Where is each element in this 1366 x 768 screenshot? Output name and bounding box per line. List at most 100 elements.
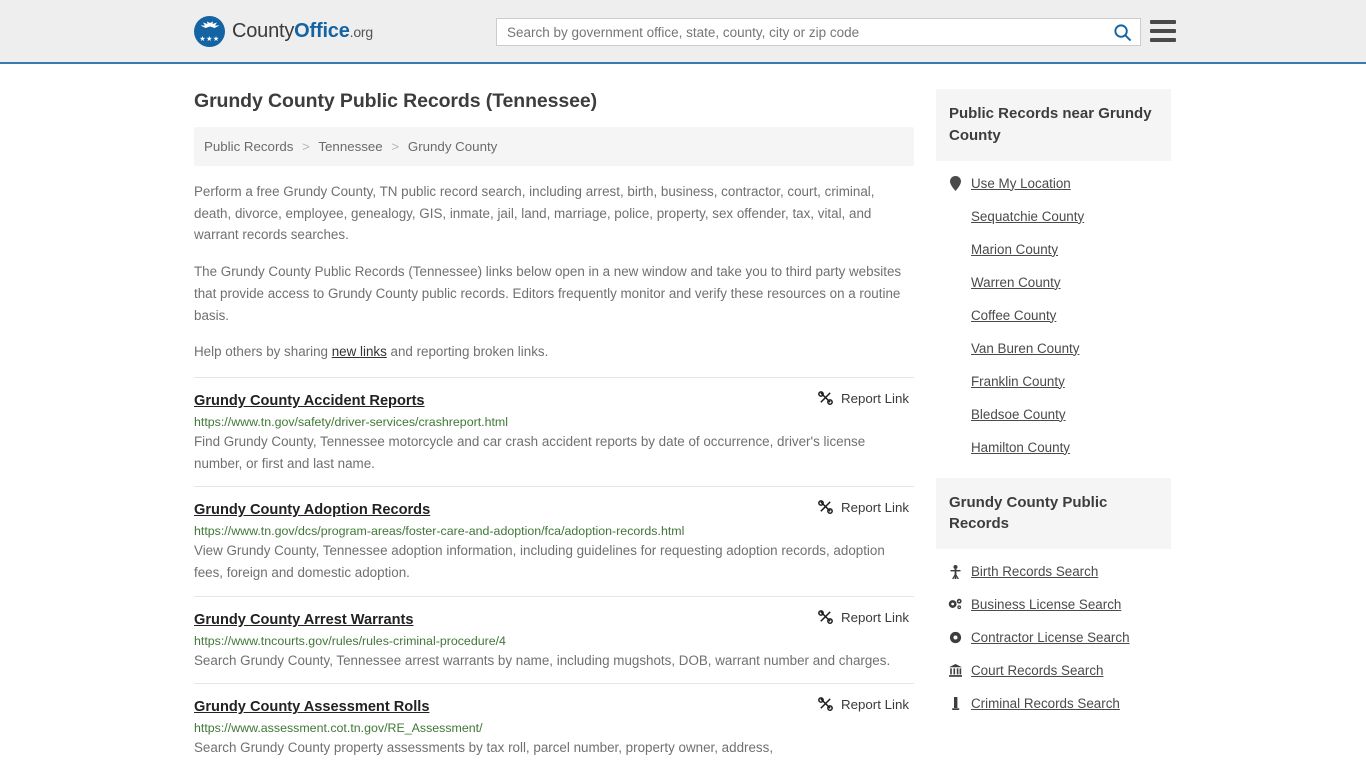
nearby-county-label[interactable]: Van Buren County (971, 341, 1079, 356)
logo-wordmark: CountyOffice.org (232, 20, 373, 43)
breadcrumb: Public Records > Tennessee > Grundy Coun… (194, 127, 914, 166)
record-entry-description: Search Grundy County property assessment… (194, 737, 914, 759)
logo-office-text: Office (294, 20, 349, 42)
nearby-county-label[interactable]: Sequatchie County (971, 209, 1084, 224)
report-link-button[interactable]: Report Link (818, 697, 909, 712)
nearby-county-item[interactable]: Use My Location (936, 167, 1171, 200)
nearby-county-label[interactable]: Coffee County (971, 308, 1056, 323)
record-entry-description: View Grundy County, Tennessee adoption i… (194, 540, 914, 583)
report-link-label: Report Link (841, 500, 909, 515)
logo-county-text: County (232, 20, 294, 42)
baby-icon (948, 565, 962, 579)
page-title: Grundy County Public Records (Tennessee) (194, 90, 914, 113)
broken-link-glyph (818, 697, 833, 712)
record-search-item[interactable]: Business License Search (936, 588, 1171, 621)
eagle-glyph (199, 21, 220, 32)
hamburger-bar (1150, 20, 1176, 24)
nearby-county-list: Use My Location Sequatchie County Marion C… (936, 161, 1171, 464)
record-entry-title[interactable]: Grundy County Adoption Records (194, 502, 430, 518)
broken-link-glyph (818, 610, 833, 625)
nearby-county-label[interactable]: Franklin County (971, 374, 1065, 389)
nearby-county-item[interactable]: Coffee County (936, 299, 1171, 332)
nearby-county-item[interactable]: Warren County (936, 266, 1171, 299)
main-column: Grundy County Public Records (Tennessee)… (194, 64, 914, 768)
report-link-label: Report Link (841, 610, 909, 625)
nearby-county-item[interactable]: Bledsoe County (936, 398, 1171, 431)
record-search-item[interactable]: Court Records Search (936, 654, 1171, 687)
record-search-label[interactable]: Contractor License Search (971, 630, 1130, 645)
help-suffix: and reporting broken links. (387, 344, 549, 359)
nearby-records-heading: Public Records near Grundy County (936, 89, 1171, 161)
record-search-item[interactable]: Contractor License Search (936, 621, 1171, 654)
nearby-county-item[interactable]: Marion County (936, 233, 1171, 266)
breadcrumb-item-tennessee[interactable]: Tennessee (318, 139, 382, 154)
county-records-heading: Grundy County Public Records (936, 478, 1171, 550)
help-paragraph: Help others by sharing new links and rep… (194, 341, 914, 363)
stars-glyph: ★★★ (194, 36, 225, 43)
record-entry: Grundy County Assessment Rolls Report Lin… (194, 683, 914, 768)
search-icon[interactable] (1104, 19, 1140, 45)
nearby-county-item[interactable]: Franklin County (936, 365, 1171, 398)
record-entry-url: https://www.tn.gov/safety/driver-service… (194, 415, 914, 429)
record-entry-description: Find Grundy County, Tennessee motorcycle… (194, 431, 914, 474)
record-entry-title[interactable]: Grundy County Accident Reports (194, 393, 425, 409)
hamburger-menu-icon[interactable] (1150, 20, 1176, 42)
hamburger-bar (1150, 29, 1176, 33)
cogs-icon (948, 598, 962, 611)
nearby-county-item[interactable]: Van Buren County (936, 332, 1171, 365)
report-link-button[interactable]: Report Link (818, 391, 909, 406)
record-search-item[interactable]: Birth Records Search (936, 555, 1171, 588)
search-input[interactable] (497, 19, 1104, 45)
record-entry-url: https://www.tn.gov/dcs/program-areas/fos… (194, 524, 914, 538)
record-entry-list: Grundy County Accident Reports Report Lin… (194, 377, 914, 768)
search-glyph (1113, 23, 1132, 42)
page-body: Grundy County Public Records (Tennessee)… (0, 64, 1366, 768)
gavel-icon (948, 697, 962, 710)
nearby-county-label[interactable]: Warren County (971, 275, 1061, 290)
record-search-label[interactable]: Criminal Records Search (971, 696, 1120, 711)
logo-org-text: .org (350, 24, 373, 40)
record-entry-description: Search Grundy County, Tennessee arrest w… (194, 650, 914, 672)
record-search-label[interactable]: Court Records Search (971, 663, 1103, 678)
record-entry-title[interactable]: Grundy County Arrest Warrants (194, 612, 413, 628)
report-link-button[interactable]: Report Link (818, 500, 909, 515)
site-logo[interactable]: ★★★ CountyOffice.org (194, 16, 373, 47)
new-links-link[interactable]: new links (332, 344, 387, 359)
gear-icon (948, 631, 962, 644)
record-entry: Grundy County Adoption Records Report Lin… (194, 486, 914, 595)
record-entry-url: https://www.tncourts.gov/rules/rules-cri… (194, 634, 914, 648)
breadcrumb-separator: > (302, 139, 310, 154)
nearby-county-label[interactable]: Hamilton County (971, 440, 1070, 455)
broken-link-glyph (818, 500, 833, 515)
nearby-county-label[interactable]: Use My Location (971, 176, 1071, 191)
site-header: ★★★ CountyOffice.org (0, 0, 1366, 64)
sidebar: Public Records near Grundy County Use My… (936, 64, 1171, 768)
intro-paragraph-2: The Grundy County Public Records (Tennes… (194, 261, 914, 326)
breadcrumb-item-public-records[interactable]: Public Records (204, 139, 293, 154)
intro-paragraph-1: Perform a free Grundy County, TN public … (194, 181, 914, 246)
record-search-label[interactable]: Business License Search (971, 597, 1121, 612)
nearby-county-item[interactable]: Hamilton County (936, 431, 1171, 464)
record-search-item[interactable]: Criminal Records Search (936, 687, 1171, 720)
breadcrumb-item-grundy-county[interactable]: Grundy County (408, 139, 497, 154)
bank-icon (948, 664, 962, 677)
record-entry-url: https://www.assessment.cot.tn.gov/RE_Ass… (194, 721, 914, 735)
help-prefix: Help others by sharing (194, 344, 332, 359)
report-link-label: Report Link (841, 391, 909, 406)
breadcrumb-separator: > (391, 139, 399, 154)
report-link-label: Report Link (841, 697, 909, 712)
hamburger-bar (1150, 38, 1176, 42)
search-bar[interactable] (496, 18, 1141, 46)
nearby-county-label[interactable]: Bledsoe County (971, 407, 1066, 422)
record-entry: Grundy County Accident Reports Report Lin… (194, 377, 914, 486)
record-search-label[interactable]: Birth Records Search (971, 564, 1098, 579)
record-entry-title[interactable]: Grundy County Assessment Rolls (194, 699, 429, 715)
broken-link-glyph (818, 391, 833, 406)
record-entry: Grundy County Arrest Warrants Report Link… (194, 596, 914, 684)
nearby-county-item[interactable]: Sequatchie County (936, 200, 1171, 233)
eagle-shield-icon: ★★★ (194, 16, 225, 47)
report-link-button[interactable]: Report Link (818, 610, 909, 625)
map-pin-icon (948, 176, 962, 191)
county-records-list: Birth Records Search Business License Sea… (936, 549, 1171, 720)
nearby-county-label[interactable]: Marion County (971, 242, 1058, 257)
